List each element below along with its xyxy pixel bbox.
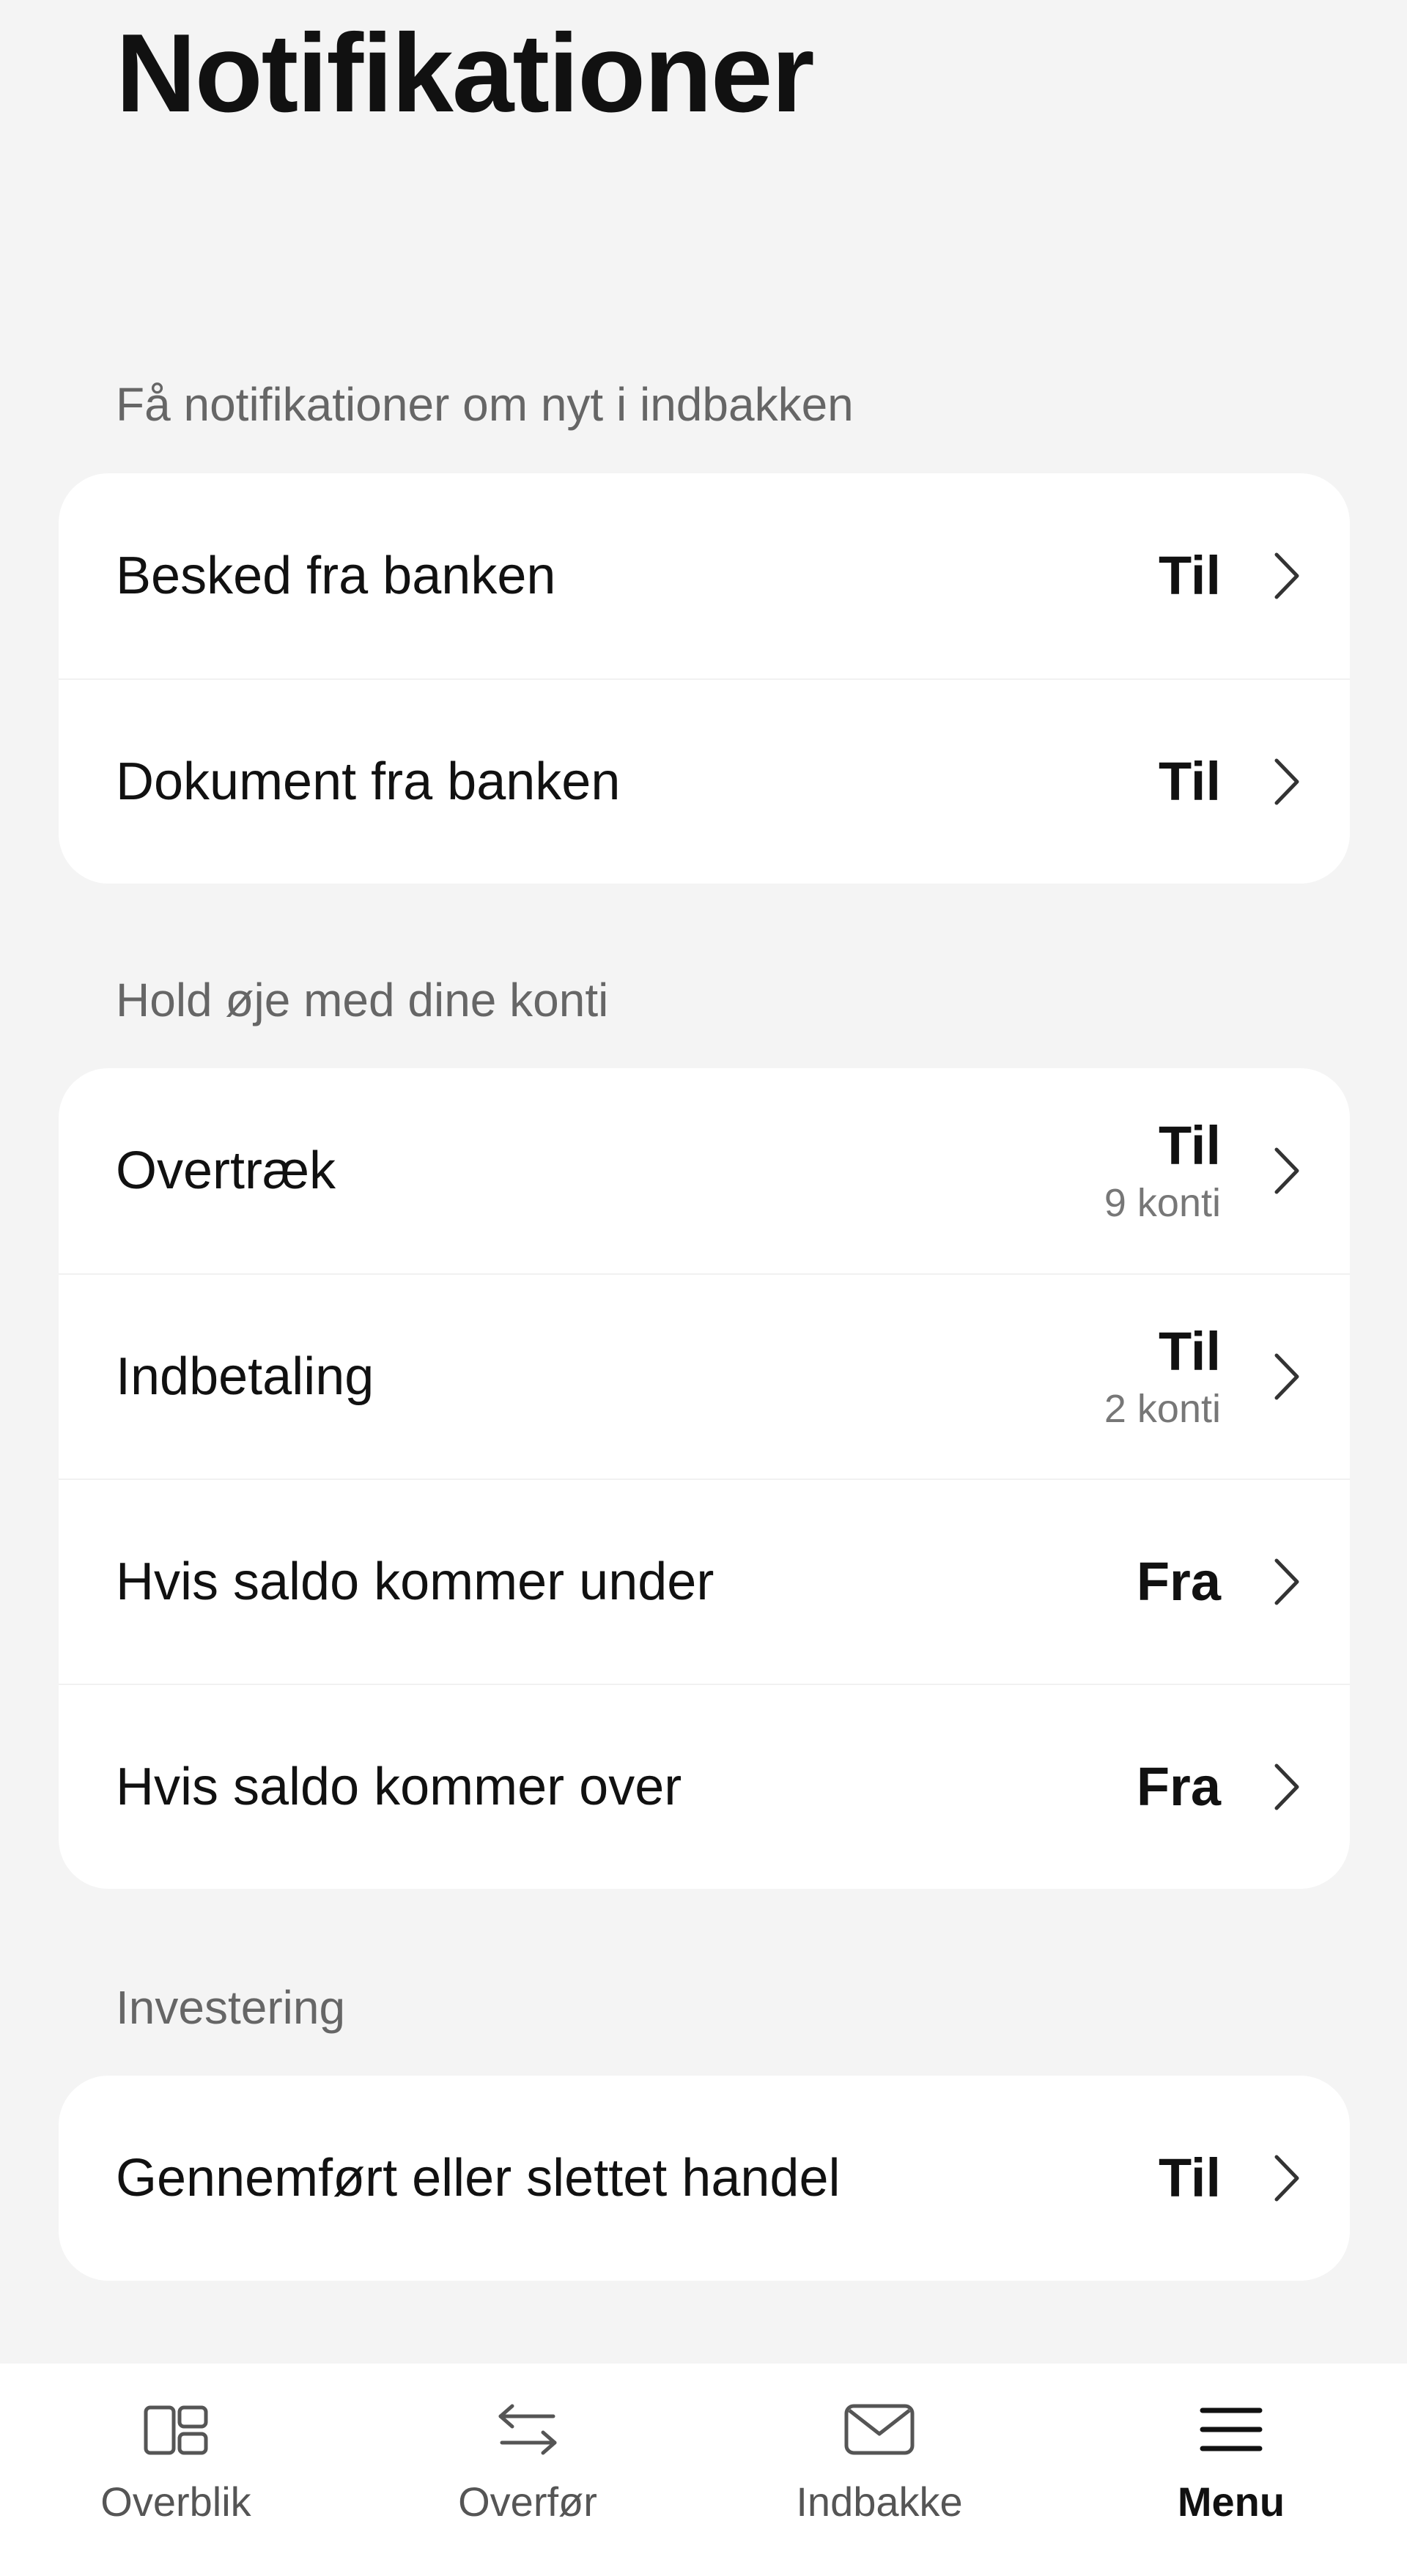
- section-label-accounts: Hold øje med dine konti: [116, 974, 609, 1026]
- chevron-right-icon: [1274, 552, 1299, 599]
- bottom-tab-bar: Overblik Overfør Indbakke Menu: [0, 2364, 1407, 2576]
- setting-status: Til: [1159, 1115, 1221, 1176]
- setting-status: Til: [1159, 1321, 1221, 1382]
- chevron-right-icon: [1274, 2155, 1299, 2202]
- tab-indbakke[interactable]: Indbakke: [704, 2364, 1055, 2576]
- setting-label: Overtræk: [116, 1141, 336, 1200]
- tab-overblik[interactable]: Overblik: [0, 2364, 352, 2576]
- setting-label: Hvis saldo kommer over: [116, 1758, 682, 1816]
- tab-overfor[interactable]: Overfør: [352, 2364, 704, 2576]
- setting-row-dokument-fra-banken[interactable]: Dokument fra banken Til: [59, 678, 1350, 884]
- setting-status: Fra: [1136, 1551, 1221, 1612]
- setting-status: Fra: [1136, 1756, 1221, 1817]
- envelope-icon: [844, 2404, 915, 2455]
- setting-status: Til: [1159, 751, 1221, 812]
- chevron-right-icon: [1274, 1353, 1299, 1400]
- hamburger-menu-icon: [1200, 2407, 1263, 2451]
- setting-label: Hvis saldo kommer under: [116, 1552, 714, 1611]
- setting-row-saldo-under[interactable]: Hvis saldo kommer under Fra: [59, 1478, 1350, 1684]
- tab-menu[interactable]: Menu: [1055, 2364, 1407, 2576]
- setting-row-besked-fra-banken[interactable]: Besked fra banken Til: [59, 473, 1350, 678]
- card-investment-notifications: Gennemført eller slettet handel Til: [59, 2076, 1350, 2281]
- setting-row-saldo-over[interactable]: Hvis saldo kommer over Fra: [59, 1684, 1350, 1889]
- tab-label: Overblik: [100, 2479, 251, 2525]
- card-account-notifications: Overtræk Til 9 konti Indbetaling Til 2 k…: [59, 1068, 1350, 1889]
- setting-account-count: 2 konti: [1104, 1387, 1221, 1431]
- setting-row-overtraek[interactable]: Overtræk Til 9 konti: [59, 1068, 1350, 1273]
- section-label-inbox: Få notifikationer om nyt i indbakken: [116, 378, 854, 431]
- setting-label: Besked fra banken: [116, 547, 556, 605]
- tab-label: Menu: [1177, 2479, 1285, 2525]
- overview-icon: [144, 2405, 208, 2455]
- setting-account-count: 9 konti: [1104, 1181, 1221, 1225]
- setting-label: Gennemført eller slettet handel: [116, 2149, 841, 2207]
- setting-label: Dokument fra banken: [116, 752, 621, 811]
- chevron-right-icon: [1274, 1147, 1299, 1194]
- setting-label: Indbetaling: [116, 1347, 374, 1406]
- chevron-right-icon: [1274, 1763, 1299, 1810]
- chevron-right-icon: [1274, 758, 1299, 805]
- section-label-investment: Investering: [116, 1981, 346, 2034]
- setting-row-indbetaling[interactable]: Indbetaling Til 2 konti: [59, 1273, 1350, 1478]
- transfer-arrows-icon: [498, 2404, 557, 2455]
- card-inbox-notifications: Besked fra banken Til Dokument fra banke…: [59, 473, 1350, 884]
- page-title: Notifikationer: [116, 11, 815, 136]
- chevron-right-icon: [1274, 1558, 1299, 1605]
- tab-label: Indbakke: [796, 2479, 963, 2525]
- setting-status: Til: [1159, 2147, 1221, 2208]
- setting-row-handel[interactable]: Gennemført eller slettet handel Til: [59, 2076, 1350, 2281]
- tab-label: Overfør: [458, 2479, 597, 2525]
- setting-status: Til: [1159, 545, 1221, 606]
